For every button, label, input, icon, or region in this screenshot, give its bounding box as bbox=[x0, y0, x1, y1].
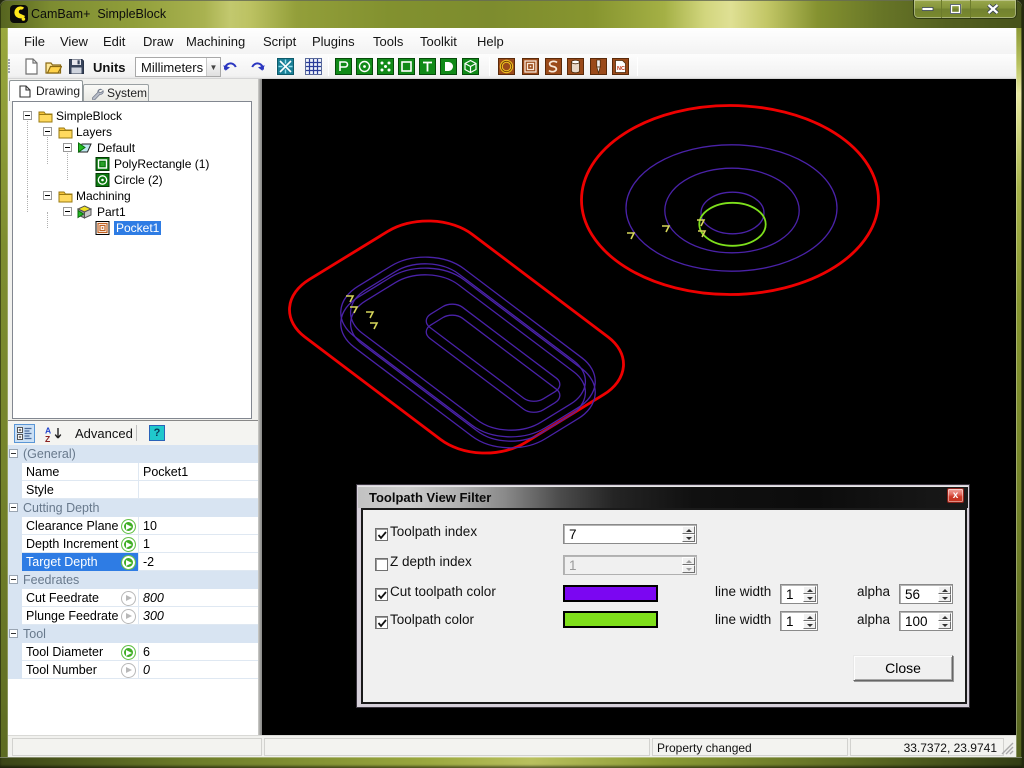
svg-text:NC: NC bbox=[617, 66, 625, 72]
svg-text:Z: Z bbox=[45, 434, 50, 442]
